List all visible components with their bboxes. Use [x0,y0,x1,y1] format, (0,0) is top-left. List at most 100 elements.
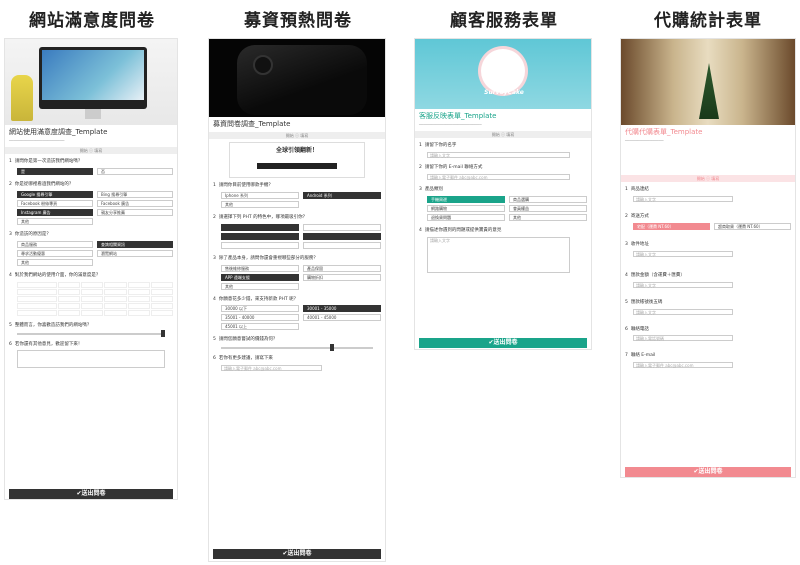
option[interactable]: 35001 - 40000 [221,314,299,322]
email-input[interactable]: 請輸入電子郵件 abc@abc.com [633,362,733,369]
start-bar: 開始 ⓘ 填寫 [621,175,795,183]
question-4: 4 匯款金額（含運費＋匯費） 請輸入文字 [621,271,795,290]
question-5: 5 整體而言，你喜歡造訪我們的網站嗎？ [5,321,177,337]
option[interactable]: 商品選購 [509,195,587,203]
account-input[interactable]: 請輸入文字 [633,308,733,315]
crowdfunding-survey-card[interactable]: 募資問卷調查_Template 開始 ⓘ 填寫 全球引領翻新！ 1 請問你目前使用… [208,38,386,562]
link-input[interactable]: 請輸入文字 [633,196,733,203]
address-input[interactable]: 請輸入文字 [633,250,733,257]
option[interactable] [303,232,381,240]
option[interactable]: Instagram 廣告 [17,208,93,216]
option[interactable]: 購物折扣 [303,273,381,281]
question-2: 2 你是從哪裡看過我們網站的？ Google 搜尋引擎 Bing 搜尋引擎 Fac… [5,180,177,227]
option[interactable]: 尋求活動優惠 [17,249,93,257]
website-survey-card[interactable]: 網站使用滿意度調查_Template ─────────────────────… [4,38,178,500]
form-description: ─────────────────────── [9,138,65,144]
form-title: 代購代購表單_Template [625,128,703,136]
option[interactable]: 退換貨問題 [427,213,505,221]
option[interactable]: 售後維修服務 [221,264,299,272]
submit-button[interactable]: ✔送出問卷 [625,467,791,477]
start-bar: 開始 ⓘ 填寫 [5,147,177,155]
option[interactable]: 產品保固 [303,264,381,272]
question-3: 3 除了產品本身，請問你還會重視哪些部分的服務？ 售後維修服務 產品保固 APP … [209,254,385,292]
feedback-textarea[interactable]: 請輸入文字 [427,236,570,273]
start-bar: 開始 ⓘ 填寫 [415,131,591,139]
question-2: 2 請選擇下列 PHT 的特色中，哪項最吸引你？ [209,213,385,251]
question-5: 5 匯款帳號後五碼 請輸入文字 [621,298,795,317]
option[interactable] [221,241,299,249]
option[interactable]: 其他 [17,217,93,225]
option[interactable]: 其他 [221,282,299,290]
rating-matrix[interactable] [17,281,173,316]
question-6: 6 若你有更多建議，請寫下來 請輸入電子郵件 abc@abc.com [209,354,385,373]
option[interactable]: 查詢相關資訊 [97,240,173,248]
hero-image-arcade [621,39,795,125]
option[interactable]: 30001 - 35000 [303,305,381,313]
option[interactable]: Facebook 廣告 [97,199,173,207]
option[interactable] [221,223,299,231]
option[interactable]: Google 搜尋引擎 [17,190,93,198]
column-heading-crowdfunding-survey: 募資預熱問卷 [244,11,352,31]
form-description: ──────────────── [625,138,664,144]
question-4: 4 你願意花多少錢，來支持新款 PHT 呢？ 30000 以下 30001 - 3… [209,295,385,333]
satisfaction-slider[interactable] [17,329,165,337]
customer-service-card[interactable]: SurveyCake 客服反映表單_Template ─────────────… [414,38,592,350]
option[interactable]: Android 系列 [303,191,381,199]
email-input[interactable]: 請輸入電子郵件 abc@abc.com [221,365,322,372]
option[interactable]: 親友分享推薦 [97,208,173,216]
option[interactable]: 30000 以下 [221,305,299,313]
form-title: 網站使用滿意度調查_Template [9,128,108,136]
option[interactable]: 網路購物 [427,204,505,212]
question-5: 5 請問您願意嘗試的價錢為何？ [209,335,385,352]
headline-box: 全球引領翻新！ [229,142,365,179]
question-1: 1 商品連結 請輸入文字 [621,185,795,204]
option[interactable] [221,232,299,240]
question-4: 4 對於我們網站的使用介面，你的滿意度是？ [5,271,177,318]
price-slider[interactable] [221,344,373,352]
hero-image-surveycake: SurveyCake [415,39,591,109]
question-2: 2 寄送方式 宅配（運費 NT.60） 超商取貨（運費 NT.60） [621,212,795,232]
email-input[interactable]: 請輸入電子郵件 abc@abc.com [427,173,570,180]
submit-button[interactable]: ✔送出問卷 [213,549,381,559]
question-1: 1 請留下你的名字 請輸入文字 [415,141,591,160]
option[interactable]: APP 遠端支援 [221,273,299,281]
question-6: 6 聯絡電話 請輸入電話號碼 [621,325,795,344]
option[interactable]: Facebook 粉絲專頁 [17,199,93,207]
question-3: 3 你造訪的原因是？ 商品服務 查詢相關資訊 尋求活動優惠 瀏覽網站 其他 [5,230,177,268]
option-no[interactable]: 否 [97,168,173,176]
form-title: 客服反映表單_Template [419,112,497,120]
option[interactable]: Iphone 系列 [221,191,299,199]
start-bar: 開始 ⓘ 填寫 [209,132,385,140]
option[interactable]: 其他 [221,200,299,208]
form-title: 募資問卷調查_Template [213,120,291,128]
option[interactable]: 會員權益 [509,204,587,212]
hero-image-imac [5,39,177,125]
option[interactable]: 宅配（運費 NT.60） [633,222,710,230]
option[interactable]: Bing 搜尋引擎 [97,190,173,198]
option[interactable]: 瀏覽網站 [97,249,173,257]
submit-button[interactable]: ✔送出問卷 [419,338,587,348]
amount-input[interactable]: 請輸入文字 [633,281,733,288]
hero-image-phone [209,39,385,117]
submit-button[interactable]: ✔送出問卷 [9,489,173,499]
option[interactable]: 45001 以上 [221,323,299,331]
option[interactable]: 其他 [17,258,93,266]
question-2: 2 請留下你的 E-mail 聯絡方式 請輸入電子郵件 abc@abc.com [415,163,591,182]
column-heading-purchase-form: 代購統計表單 [654,11,762,31]
option-yes[interactable]: 是 [17,168,93,176]
option[interactable]: 商品服務 [17,240,93,248]
option[interactable] [303,241,381,249]
option[interactable]: 其他 [509,213,587,221]
question-3: 3 產品類別 手機周邊 商品選購 網路購物 會員權益 退換貨問題 其他 [415,185,591,223]
column-heading-customer-service: 顧客服務表單 [450,11,558,31]
question-1: 1 請問你目前使用哪款手機？ Iphone 系列 Android 系列 其他 [209,181,385,210]
phone-input[interactable]: 請輸入電話號碼 [633,335,733,342]
option[interactable]: 40001 - 45000 [303,314,381,322]
option[interactable]: 手機周邊 [427,195,505,203]
question-4: 4 請描述你遇到的問題或提供寶貴的意見 請輸入文字 [415,226,591,275]
purchase-form-card[interactable]: 代購代購表單_Template ──────────────── 開始 ⓘ 填寫… [620,38,796,478]
comment-textarea[interactable] [17,350,165,369]
option[interactable]: 超商取貨（運費 NT.60） [714,222,791,230]
name-input[interactable]: 請輸入文字 [427,152,570,159]
option[interactable] [303,223,381,231]
